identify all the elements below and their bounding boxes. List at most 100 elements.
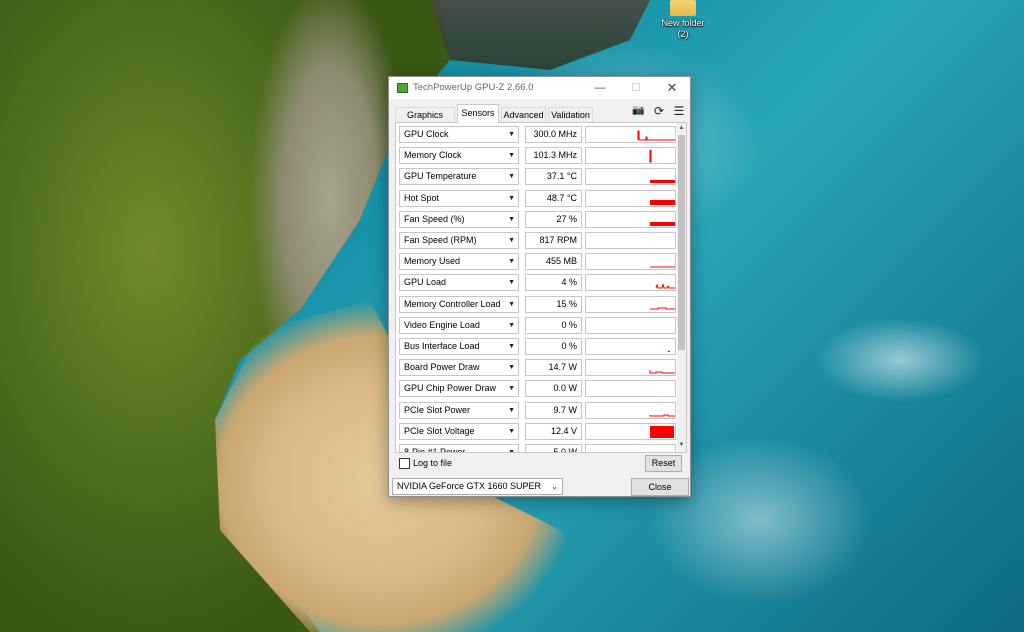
sensor-label-dropdown[interactable]: Memory Controller Load ▼ <box>399 295 519 313</box>
scroll-down-arrow[interactable]: ▼ <box>677 441 686 450</box>
tab-validation[interactable]: Validation <box>548 107 593 123</box>
sensor-value: 0 % <box>525 316 582 334</box>
sensor-label-dropdown[interactable]: GPU Clock ▼ <box>399 126 519 143</box>
title-bar[interactable]: TechPowerUp GPU-Z 2.66.0 — ☐ ✕ <box>389 77 690 99</box>
sensor-label-dropdown[interactable]: Memory Clock ▼ <box>399 147 519 165</box>
camera-icon[interactable]: 📷 <box>632 105 644 117</box>
sensor-label: PCIe Slot Voltage <box>404 425 475 436</box>
sensor-graph-line <box>650 221 675 226</box>
folder-label-line2: (2) <box>677 29 689 39</box>
sensor-label: Hot Spot <box>404 192 440 203</box>
sensor-label-dropdown[interactable]: PCIe Slot Voltage ▼ <box>399 422 519 440</box>
sensor-list[interactable]: GPU Clock ▼ 300.0 MHz Memory Clock ▼ 101.3 MH… <box>396 123 676 452</box>
chevron-down-icon: ▼ <box>508 364 515 372</box>
reset-button[interactable]: Reset <box>645 455 682 472</box>
tab-graphics-card[interactable]: Graphics Card <box>395 107 455 134</box>
sensor-row: Memory Clock ▼ 101.3 MHz <box>399 147 676 165</box>
sensor-scrollbar[interactable]: ▲ ▼ <box>677 123 686 452</box>
tab-sensors[interactable]: Sensors <box>457 104 499 123</box>
tab-advanced[interactable]: Advanced <box>501 107 546 123</box>
tab-bar: Graphics Card Sensors Advanced Validatio… <box>395 104 635 134</box>
sensor-value: 37.1 °C <box>525 168 582 186</box>
sensor-label: GPU Load <box>404 277 447 288</box>
maximize-button[interactable]: ☐ <box>618 77 654 99</box>
sensor-row: GPU Clock ▼ 300.0 MHz <box>399 126 676 143</box>
scroll-thumb[interactable] <box>678 135 685 350</box>
sensor-value: 0 % <box>525 338 582 355</box>
sensor-value: 48.7 °C <box>525 189 582 207</box>
minimize-button[interactable]: — <box>582 77 618 99</box>
sensor-graph <box>585 189 676 207</box>
sensor-label: GPU Temperature <box>404 171 477 182</box>
sensor-row: Bus Interface Load ▼ 0 % <box>399 338 676 355</box>
chevron-down-icon: ▼ <box>508 258 515 266</box>
chevron-down-icon: ▼ <box>508 173 515 181</box>
sensor-label: Board Power Draw <box>404 362 480 373</box>
refresh-icon[interactable]: ⟳ <box>653 105 665 117</box>
close-window-button[interactable]: ✕ <box>654 77 690 99</box>
sensor-graph <box>585 338 676 355</box>
sensor-label: Fan Speed (%) <box>404 213 465 224</box>
sensor-value: 4 % <box>525 274 582 292</box>
sensor-graph-trace <box>649 370 675 374</box>
sensor-graph-line <box>655 283 675 289</box>
chevron-down-icon: ▼ <box>508 131 515 138</box>
sensor-value: 9.7 W <box>525 401 582 419</box>
menu-icon[interactable]: ☰ <box>673 105 685 117</box>
chevron-down-icon: ▼ <box>508 385 515 393</box>
sensor-graph <box>585 147 676 165</box>
sensor-label-dropdown[interactable]: GPU Load ▼ <box>399 274 519 292</box>
gpu-select-dropdown[interactable]: NVIDIA GeForce GTX 1660 SUPER ⌄ <box>392 478 563 495</box>
sensor-label-dropdown[interactable]: Bus Interface Load ▼ <box>399 338 519 355</box>
sensor-graph-line <box>650 307 675 310</box>
sensor-label-dropdown[interactable]: Fan Speed (%) ▼ <box>399 210 519 228</box>
sensor-label-dropdown[interactable]: PCIe Slot Power ▼ <box>399 401 519 419</box>
sensor-label-dropdown[interactable]: 8-Pin #1 Power ▼ <box>399 444 519 452</box>
sensor-graph <box>585 380 676 398</box>
log-to-file-checkbox[interactable] <box>399 458 410 469</box>
sensor-graph <box>585 168 676 186</box>
sensor-value: 15 % <box>525 295 582 313</box>
sensor-row: Hot Spot ▼ 48.7 °C <box>399 189 676 207</box>
gpu-select-value: NVIDIA GeForce GTX 1660 SUPER <box>397 481 542 491</box>
sensor-label-dropdown[interactable]: GPU Chip Power Draw ▼ <box>399 380 519 398</box>
sensor-graph <box>585 316 676 334</box>
chevron-down-icon: ▼ <box>508 152 515 160</box>
chevron-down-icon: ▼ <box>508 445 515 452</box>
sensor-row: Memory Controller Load ▼ 15 % <box>399 295 676 313</box>
sensor-label-dropdown[interactable]: GPU Temperature ▼ <box>399 168 519 186</box>
sensor-label-dropdown[interactable]: Video Engine Load ▼ <box>399 316 519 334</box>
close-button[interactable]: Close <box>631 478 689 496</box>
sensor-graph-line <box>649 150 652 163</box>
sensor-graph-trace <box>637 130 675 141</box>
sensor-value: 27 % <box>525 210 582 228</box>
sensor-row: Video Engine Load ▼ 0 % <box>399 316 676 334</box>
sensor-value: 300.0 MHz <box>525 126 582 143</box>
chevron-down-icon: ▼ <box>508 279 515 287</box>
sensor-label-dropdown[interactable]: Board Power Draw ▼ <box>399 359 519 377</box>
sensor-graph-line <box>637 130 675 141</box>
chevron-down-icon: ▼ <box>508 300 515 308</box>
sensor-label: Memory Controller Load <box>404 298 501 309</box>
sensor-graph-trace <box>650 221 675 226</box>
sensor-label: GPU Clock <box>404 129 449 139</box>
sensor-row: GPU Load ▼ 4 % <box>399 274 676 292</box>
sensor-graph <box>585 232 676 249</box>
sensor-label-dropdown[interactable]: Fan Speed (RPM) ▼ <box>399 232 519 249</box>
sensor-value: 817 RPM <box>525 232 582 249</box>
scroll-up-arrow[interactable]: ▲ <box>677 124 686 133</box>
sensor-graph <box>585 401 676 419</box>
sensor-graph-trace <box>667 350 671 353</box>
sensor-label: 8-Pin #1 Power <box>404 447 466 452</box>
sensor-label-dropdown[interactable]: Hot Spot ▼ <box>399 189 519 207</box>
chevron-down-icon: ▼ <box>508 406 515 414</box>
window-title: TechPowerUp GPU-Z 2.66.0 <box>413 82 534 93</box>
sensor-label: Fan Speed (RPM) <box>404 235 477 245</box>
desktop-folder-new-folder-2[interactable]: New folder (2) <box>655 0 711 44</box>
sensor-label-dropdown[interactable]: Memory Used ▼ <box>399 253 519 271</box>
chevron-down-icon: ▼ <box>508 321 515 329</box>
sensor-graph-line <box>667 350 671 353</box>
sensor-label: Memory Clock <box>404 150 462 161</box>
sensor-graph-trace <box>650 425 674 438</box>
sensor-row: Fan Speed (%) ▼ 27 % <box>399 210 676 228</box>
